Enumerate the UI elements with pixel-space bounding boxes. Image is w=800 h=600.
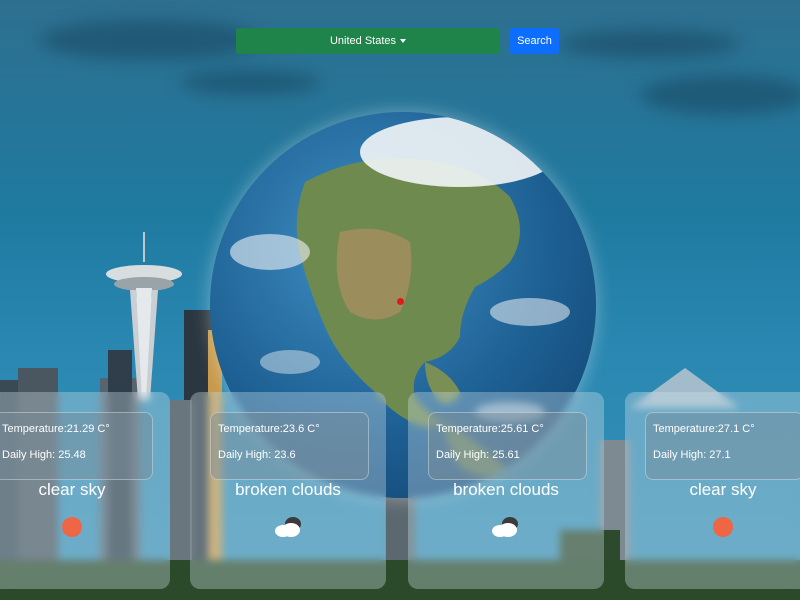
temperature-text: Temperature:21.29 C° bbox=[2, 423, 110, 435]
country-select[interactable]: United States bbox=[236, 28, 500, 54]
caret-down-icon bbox=[400, 39, 407, 43]
forecast-card: Temperature:27.1 C° Daily High: 27.1 cle… bbox=[625, 392, 800, 589]
weather-description: clear sky bbox=[689, 480, 757, 499]
weather-description: clear sky bbox=[38, 480, 106, 499]
temperature-text: Temperature:23.6 C° bbox=[218, 423, 320, 435]
daily-high-text: Daily High: 25.61 bbox=[436, 449, 520, 461]
forecast-card: Temperature:21.29 C° Daily High: 25.48 c… bbox=[0, 392, 170, 589]
cloud-icon bbox=[492, 517, 518, 537]
daily-high-text: Daily High: 27.1 bbox=[653, 449, 731, 461]
daily-high-text: Daily High: 25.48 bbox=[2, 449, 86, 461]
forecast-card: Temperature:23.6 C° Daily High: 23.6 bro… bbox=[190, 392, 386, 589]
forecast-details: Temperature:27.1 C° Daily High: 27.1 bbox=[645, 412, 800, 480]
forecast-details: Temperature:21.29 C° Daily High: 25.48 bbox=[0, 412, 153, 480]
search-bar: United States Search bbox=[236, 28, 559, 54]
forecast-cards: Temperature:21.29 C° Daily High: 25.48 c… bbox=[0, 392, 800, 592]
cloud-icon bbox=[275, 517, 301, 537]
weather-description: broken clouds bbox=[453, 480, 559, 499]
temperature-text: Temperature:27.1 C° bbox=[653, 423, 755, 435]
sun-icon bbox=[713, 517, 733, 537]
forecast-card: Temperature:25.61 C° Daily High: 25.61 b… bbox=[408, 392, 604, 589]
location-marker[interactable] bbox=[397, 298, 404, 305]
app-background: United States Search Temperature:21.29 C… bbox=[0, 0, 800, 600]
country-select-label: United States bbox=[329, 35, 397, 47]
daily-high-text: Daily High: 23.6 bbox=[218, 449, 296, 461]
weather-description: broken clouds bbox=[235, 480, 341, 499]
search-button[interactable]: Search bbox=[510, 28, 559, 54]
forecast-details: Temperature:23.6 C° Daily High: 23.6 bbox=[210, 412, 369, 480]
sun-icon bbox=[62, 517, 82, 537]
temperature-text: Temperature:25.61 C° bbox=[436, 423, 544, 435]
forecast-details: Temperature:25.61 C° Daily High: 25.61 bbox=[428, 412, 587, 480]
